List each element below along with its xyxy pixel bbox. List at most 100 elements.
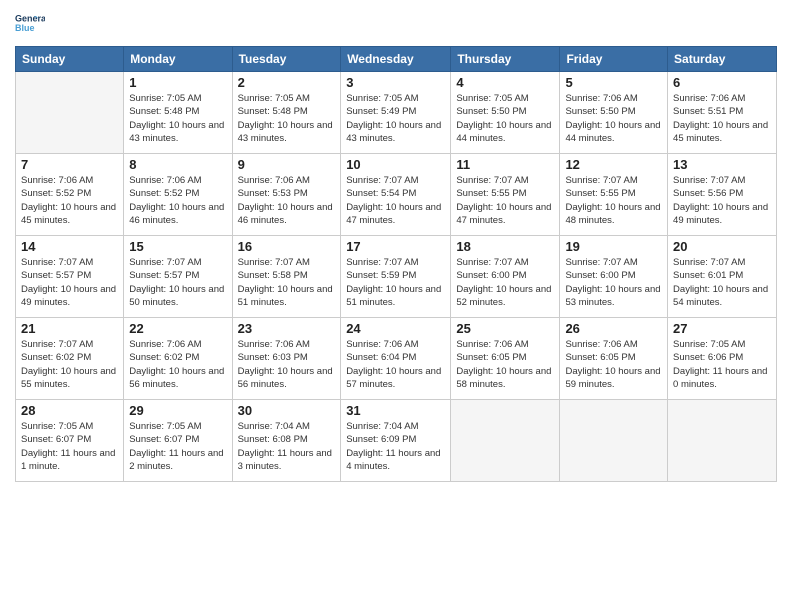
- weekday-sunday: Sunday: [16, 47, 124, 72]
- week-row-5: 28 Sunrise: 7:05 AM Sunset: 6:07 PM Dayli…: [16, 400, 777, 482]
- day-info: Sunrise: 7:06 AM Sunset: 6:05 PM Dayligh…: [456, 338, 554, 391]
- calendar-cell: 22 Sunrise: 7:06 AM Sunset: 6:02 PM Dayli…: [124, 318, 232, 400]
- page-header: GeneralBlue: [15, 10, 777, 40]
- day-info: Sunrise: 7:05 AM Sunset: 6:07 PM Dayligh…: [129, 420, 226, 473]
- weekday-header: SundayMondayTuesdayWednesdayThursdayFrid…: [16, 47, 777, 72]
- day-info: Sunrise: 7:07 AM Sunset: 6:02 PM Dayligh…: [21, 338, 118, 391]
- day-number: 15: [129, 239, 226, 254]
- day-info: Sunrise: 7:05 AM Sunset: 5:50 PM Dayligh…: [456, 92, 554, 145]
- logo-icon: GeneralBlue: [15, 10, 45, 40]
- calendar-cell: 8 Sunrise: 7:06 AM Sunset: 5:52 PM Daylig…: [124, 154, 232, 236]
- day-number: 14: [21, 239, 118, 254]
- week-row-2: 7Sunrise: 7:06 AM Sunset: 5:52 PM Daylig…: [16, 154, 777, 236]
- day-number: 1: [129, 75, 226, 90]
- weekday-thursday: Thursday: [451, 47, 560, 72]
- weekday-monday: Monday: [124, 47, 232, 72]
- day-info: Sunrise: 7:06 AM Sunset: 5:51 PM Dayligh…: [673, 92, 771, 145]
- calendar-cell: [16, 72, 124, 154]
- calendar-cell: 31Sunrise: 7:04 AM Sunset: 6:09 PM Dayli…: [341, 400, 451, 482]
- day-number: 24: [346, 321, 445, 336]
- day-info: Sunrise: 7:06 AM Sunset: 5:50 PM Dayligh…: [565, 92, 662, 145]
- day-number: 27: [673, 321, 771, 336]
- day-number: 12: [565, 157, 662, 172]
- day-info: Sunrise: 7:06 AM Sunset: 5:52 PM Dayligh…: [129, 174, 226, 227]
- calendar-cell: 1 Sunrise: 7:05 AM Sunset: 5:48 PM Daylig…: [124, 72, 232, 154]
- calendar-cell: 29 Sunrise: 7:05 AM Sunset: 6:07 PM Dayli…: [124, 400, 232, 482]
- day-info: Sunrise: 7:05 AM Sunset: 5:48 PM Dayligh…: [129, 92, 226, 145]
- day-info: Sunrise: 7:05 AM Sunset: 5:49 PM Dayligh…: [346, 92, 445, 145]
- day-number: 28: [21, 403, 118, 418]
- day-number: 10: [346, 157, 445, 172]
- day-info: Sunrise: 7:07 AM Sunset: 5:57 PM Dayligh…: [129, 256, 226, 309]
- day-number: 11: [456, 157, 554, 172]
- day-info: Sunrise: 7:05 AM Sunset: 6:06 PM Dayligh…: [673, 338, 771, 391]
- calendar-cell: 16 Sunrise: 7:07 AM Sunset: 5:58 PM Dayli…: [232, 236, 341, 318]
- weekday-friday: Friday: [560, 47, 668, 72]
- svg-text:General: General: [15, 13, 45, 23]
- calendar-cell: 11 Sunrise: 7:07 AM Sunset: 5:55 PM Dayli…: [451, 154, 560, 236]
- calendar-cell: 21 Sunrise: 7:07 AM Sunset: 6:02 PM Dayli…: [16, 318, 124, 400]
- day-number: 2: [238, 75, 336, 90]
- day-number: 29: [129, 403, 226, 418]
- day-info: Sunrise: 7:07 AM Sunset: 6:00 PM Dayligh…: [565, 256, 662, 309]
- week-row-3: 14 Sunrise: 7:07 AM Sunset: 5:57 PM Dayli…: [16, 236, 777, 318]
- day-number: 31: [346, 403, 445, 418]
- calendar-cell: 26 Sunrise: 7:06 AM Sunset: 6:05 PM Dayli…: [560, 318, 668, 400]
- calendar-cell: 9Sunrise: 7:06 AM Sunset: 5:53 PM Daylig…: [232, 154, 341, 236]
- day-number: 4: [456, 75, 554, 90]
- day-number: 13: [673, 157, 771, 172]
- day-info: Sunrise: 7:06 AM Sunset: 6:03 PM Dayligh…: [238, 338, 336, 391]
- calendar-cell: 7Sunrise: 7:06 AM Sunset: 5:52 PM Daylig…: [16, 154, 124, 236]
- calendar-cell: 10 Sunrise: 7:07 AM Sunset: 5:54 PM Dayli…: [341, 154, 451, 236]
- calendar-cell: 3Sunrise: 7:05 AM Sunset: 5:49 PM Daylig…: [341, 72, 451, 154]
- day-number: 6: [673, 75, 771, 90]
- day-number: 26: [565, 321, 662, 336]
- calendar-cell: 25 Sunrise: 7:06 AM Sunset: 6:05 PM Dayli…: [451, 318, 560, 400]
- logo: GeneralBlue: [15, 10, 45, 40]
- day-info: Sunrise: 7:07 AM Sunset: 5:54 PM Dayligh…: [346, 174, 445, 227]
- day-info: Sunrise: 7:07 AM Sunset: 5:55 PM Dayligh…: [565, 174, 662, 227]
- day-info: Sunrise: 7:06 AM Sunset: 6:02 PM Dayligh…: [129, 338, 226, 391]
- day-number: 21: [21, 321, 118, 336]
- day-info: Sunrise: 7:05 AM Sunset: 6:07 PM Dayligh…: [21, 420, 118, 473]
- svg-text:Blue: Blue: [15, 23, 35, 33]
- calendar-body: 1 Sunrise: 7:05 AM Sunset: 5:48 PM Daylig…: [16, 72, 777, 482]
- day-info: Sunrise: 7:07 AM Sunset: 5:55 PM Dayligh…: [456, 174, 554, 227]
- day-number: 8: [129, 157, 226, 172]
- calendar-cell: [668, 400, 777, 482]
- day-number: 25: [456, 321, 554, 336]
- calendar-cell: 24Sunrise: 7:06 AM Sunset: 6:04 PM Dayli…: [341, 318, 451, 400]
- day-number: 20: [673, 239, 771, 254]
- calendar-cell: 19 Sunrise: 7:07 AM Sunset: 6:00 PM Dayli…: [560, 236, 668, 318]
- calendar-cell: 2 Sunrise: 7:05 AM Sunset: 5:48 PM Daylig…: [232, 72, 341, 154]
- calendar-table: SundayMondayTuesdayWednesdayThursdayFrid…: [15, 46, 777, 482]
- calendar-cell: 13 Sunrise: 7:07 AM Sunset: 5:56 PM Dayli…: [668, 154, 777, 236]
- calendar-cell: 5Sunrise: 7:06 AM Sunset: 5:50 PM Daylig…: [560, 72, 668, 154]
- calendar-cell: 20 Sunrise: 7:07 AM Sunset: 6:01 PM Dayli…: [668, 236, 777, 318]
- calendar-cell: 15 Sunrise: 7:07 AM Sunset: 5:57 PM Dayli…: [124, 236, 232, 318]
- calendar-cell: 14Sunrise: 7:07 AM Sunset: 5:57 PM Dayli…: [16, 236, 124, 318]
- day-info: Sunrise: 7:04 AM Sunset: 6:08 PM Dayligh…: [238, 420, 336, 473]
- day-info: Sunrise: 7:05 AM Sunset: 5:48 PM Dayligh…: [238, 92, 336, 145]
- day-number: 16: [238, 239, 336, 254]
- calendar-cell: 4 Sunrise: 7:05 AM Sunset: 5:50 PM Daylig…: [451, 72, 560, 154]
- day-number: 22: [129, 321, 226, 336]
- calendar-cell: 6 Sunrise: 7:06 AM Sunset: 5:51 PM Daylig…: [668, 72, 777, 154]
- day-info: Sunrise: 7:07 AM Sunset: 6:01 PM Dayligh…: [673, 256, 771, 309]
- calendar-cell: 17Sunrise: 7:07 AM Sunset: 5:59 PM Dayli…: [341, 236, 451, 318]
- day-info: Sunrise: 7:06 AM Sunset: 6:05 PM Dayligh…: [565, 338, 662, 391]
- calendar-cell: 18 Sunrise: 7:07 AM Sunset: 6:00 PM Dayli…: [451, 236, 560, 318]
- day-number: 19: [565, 239, 662, 254]
- day-number: 18: [456, 239, 554, 254]
- day-info: Sunrise: 7:07 AM Sunset: 6:00 PM Dayligh…: [456, 256, 554, 309]
- day-info: Sunrise: 7:07 AM Sunset: 5:59 PM Dayligh…: [346, 256, 445, 309]
- calendar-cell: 27 Sunrise: 7:05 AM Sunset: 6:06 PM Dayli…: [668, 318, 777, 400]
- day-number: 30: [238, 403, 336, 418]
- calendar-cell: 28 Sunrise: 7:05 AM Sunset: 6:07 PM Dayli…: [16, 400, 124, 482]
- calendar-cell: [451, 400, 560, 482]
- day-number: 23: [238, 321, 336, 336]
- day-info: Sunrise: 7:06 AM Sunset: 5:52 PM Dayligh…: [21, 174, 118, 227]
- day-info: Sunrise: 7:07 AM Sunset: 5:56 PM Dayligh…: [673, 174, 771, 227]
- day-number: 9: [238, 157, 336, 172]
- day-info: Sunrise: 7:07 AM Sunset: 5:58 PM Dayligh…: [238, 256, 336, 309]
